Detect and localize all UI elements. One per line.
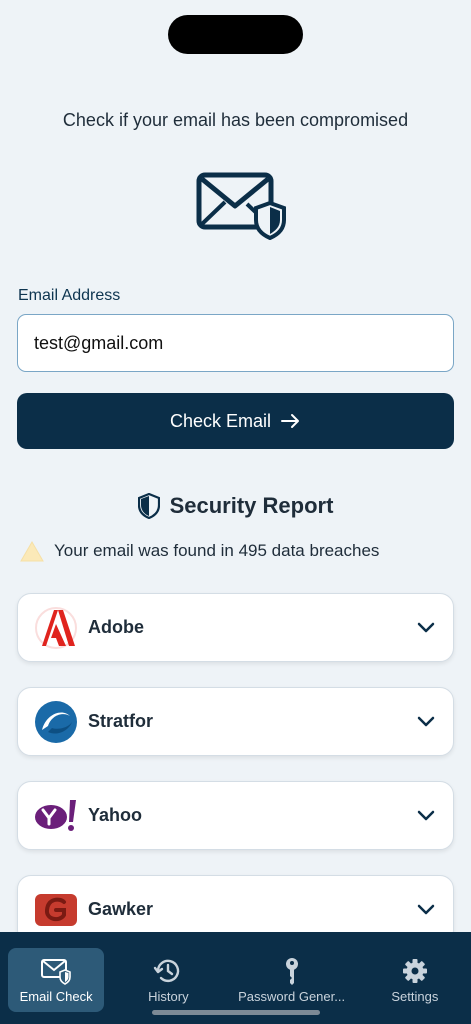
breach-item-yahoo[interactable]: Yahoo — [17, 781, 454, 850]
history-icon — [154, 959, 180, 982]
breach-name: Yahoo — [88, 805, 143, 825]
chevron-down-icon — [417, 622, 435, 632]
chevron-down-icon — [417, 810, 435, 820]
email-field-label: Email Address — [18, 287, 121, 304]
breach-alert: Your email was found in 495 data breache… — [20, 540, 379, 562]
tab-label: Password Gener... — [238, 988, 346, 1004]
page-title: Check if your email has been compromised — [62, 110, 409, 130]
email-shield-icon — [41, 958, 71, 985]
key-icon — [285, 957, 298, 985]
yahoo-logo-icon — [34, 794, 78, 838]
shield-icon — [137, 493, 160, 519]
email-shield-icon — [195, 170, 287, 241]
breach-alert-text: Your email was found in 495 data breache… — [54, 541, 380, 560]
tab-email-check[interactable]: Email Check — [8, 948, 105, 1012]
breach-item-adobe[interactable]: Adobe — [17, 593, 454, 662]
chevron-down-icon — [417, 904, 435, 914]
arrow-right-icon — [281, 414, 300, 428]
adobe-logo-icon — [34, 606, 78, 650]
gawker-logo-icon — [34, 888, 78, 932]
home-indicator[interactable] — [152, 1010, 320, 1015]
breach-name: Gawker — [88, 899, 154, 919]
check-email-label: Check Email — [169, 410, 272, 431]
tab-password-generator[interactable]: Password Gener... — [233, 948, 351, 1012]
breach-name: Adobe — [88, 617, 144, 637]
security-report-title: Security Report — [169, 493, 334, 518]
tab-label: History — [148, 988, 189, 1004]
check-email-button[interactable]: Check Email — [17, 393, 454, 449]
dynamic-island — [168, 15, 303, 54]
tab-label: Email Check — [19, 988, 93, 1004]
breach-item-stratfor[interactable]: Stratfor — [17, 687, 454, 756]
tab-history[interactable]: History — [120, 948, 216, 1012]
tab-label: Settings — [391, 988, 439, 1004]
gear-icon — [402, 958, 427, 983]
tab-settings[interactable]: Settings — [367, 948, 463, 1012]
security-report-heading: Security Report — [0, 493, 471, 519]
stratfor-logo-icon — [34, 700, 78, 744]
warning-icon — [20, 541, 44, 562]
breach-name: Stratfor — [88, 711, 154, 731]
email-input[interactable] — [17, 314, 454, 372]
breach-list: Adobe Stratfor Yahoo Gawker — [17, 593, 454, 969]
chevron-down-icon — [417, 716, 435, 726]
